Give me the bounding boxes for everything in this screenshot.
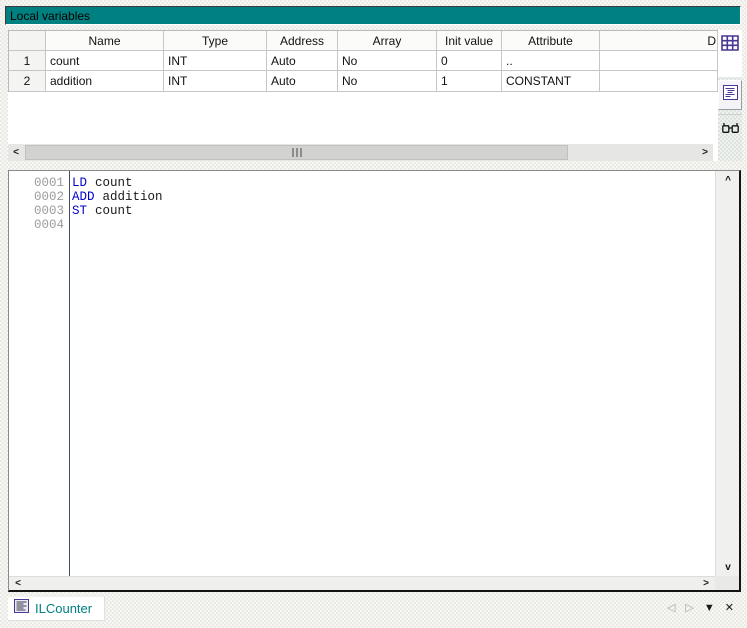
tab-list-icon[interactable]: ▼ — [704, 602, 715, 614]
column-header-attribute[interactable]: Attribute — [502, 31, 600, 51]
document-list-icon — [723, 85, 738, 105]
editor-horizontal-scrollbar[interactable]: < > — [9, 576, 715, 590]
scroll-down-arrow-icon[interactable]: v — [716, 560, 740, 574]
scroll-up-arrow-icon[interactable]: ^ — [716, 173, 740, 187]
row-2-type[interactable]: INT — [164, 71, 267, 92]
scroll-right-arrow-icon[interactable]: > — [697, 144, 713, 161]
scrollbar-corner — [715, 576, 739, 590]
il-code-editor[interactable]: 0001 LD count 0002 ADD addition 0003 ST cou… — [8, 170, 741, 592]
document-view-button[interactable] — [718, 80, 742, 110]
variable-table-view-button[interactable] — [718, 30, 742, 77]
find-watch-button[interactable] — [718, 118, 742, 144]
row-2-array[interactable]: No — [338, 71, 437, 92]
column-header-init-value[interactable]: Init value — [437, 31, 502, 51]
row-1-type[interactable]: INT — [164, 51, 267, 71]
line-number: 0003 — [9, 204, 69, 218]
variables-table: Name Type Address Array Init value Attri… — [8, 30, 718, 92]
row-1-array[interactable]: No — [338, 51, 437, 71]
thumb-grip — [296, 148, 298, 157]
il-operand: addition — [103, 190, 163, 204]
editor-vertical-scrollbar[interactable]: ^ v — [715, 171, 739, 576]
scroll-right-arrow-icon[interactable]: > — [699, 577, 713, 590]
il-keyword: ST — [72, 204, 87, 218]
scroll-left-arrow-icon[interactable]: < — [8, 144, 24, 161]
column-header-rownum[interactable] — [9, 31, 46, 51]
line-number: 0004 — [9, 218, 69, 232]
column-header-type[interactable]: Type — [164, 31, 267, 51]
row-2-doc[interactable] — [600, 71, 718, 92]
tab-close-icon[interactable]: ✕ — [725, 601, 734, 614]
il-operand: count — [95, 204, 133, 218]
view-toolbar — [718, 30, 742, 161]
code-line-2[interactable]: 0002 ADD addition — [9, 190, 713, 204]
thumb-grip — [300, 148, 302, 157]
scroll-left-arrow-icon[interactable]: < — [11, 577, 25, 590]
tab-next-icon[interactable]: ▷ — [685, 601, 693, 614]
tab-ilcounter[interactable]: ILCounter — [8, 597, 105, 621]
il-keyword: ADD — [72, 190, 95, 204]
toolbar-divider — [718, 114, 742, 115]
row-1-name[interactable]: count — [46, 51, 164, 71]
il-keyword: LD — [72, 176, 87, 190]
thumb-grip — [292, 148, 294, 157]
local-variables-pane-header[interactable]: Local variables — [5, 6, 741, 25]
table-grid-icon — [721, 35, 739, 77]
il-operand: count — [95, 176, 133, 190]
code-line-1[interactable]: 0001 LD count — [9, 176, 713, 190]
tab-prev-icon[interactable]: ◁ — [667, 601, 675, 614]
row-1-init-value[interactable]: 0 — [437, 51, 502, 71]
row-1-number[interactable]: 1 — [9, 51, 46, 71]
row-2-init-value[interactable]: 1 — [437, 71, 502, 92]
local-variables-table-panel: Name Type Address Array Init value Attri… — [8, 30, 718, 161]
pou-tab-bar: ILCounter ◁ ▷ ▼ ✕ — [0, 594, 747, 628]
column-header-address[interactable]: Address — [267, 31, 338, 51]
binoculars-icon — [722, 122, 739, 140]
column-header-array[interactable]: Array — [338, 31, 437, 51]
code-lines[interactable]: 0001 LD count 0002 ADD addition 0003 ST cou… — [9, 176, 713, 232]
row-1-attribute[interactable]: .. — [502, 51, 600, 71]
column-header-doc[interactable]: D — [600, 31, 718, 51]
row-1-address[interactable]: Auto — [267, 51, 338, 71]
code-line-4[interactable]: 0004 — [9, 218, 713, 232]
row-2-name[interactable]: addition — [46, 71, 164, 92]
table-scrollbar-thumb[interactable] — [25, 145, 568, 160]
table-horizontal-scrollbar[interactable]: < > — [8, 144, 713, 161]
row-2-attribute[interactable]: CONSTANT — [502, 71, 600, 92]
row-1-doc[interactable] — [600, 51, 718, 71]
tab-navigation-controls: ◁ ▷ ▼ ✕ — [667, 601, 734, 614]
row-2-address[interactable]: Auto — [267, 71, 338, 92]
code-line-3[interactable]: 0003 ST count — [9, 204, 713, 218]
row-2-number[interactable]: 2 — [9, 71, 46, 92]
pane-title: Local variables — [10, 9, 90, 23]
column-header-name[interactable]: Name — [46, 31, 164, 51]
tab-label: ILCounter — [35, 601, 92, 616]
line-number: 0001 — [9, 176, 69, 190]
pou-document-icon — [14, 599, 29, 618]
line-number: 0002 — [9, 190, 69, 204]
